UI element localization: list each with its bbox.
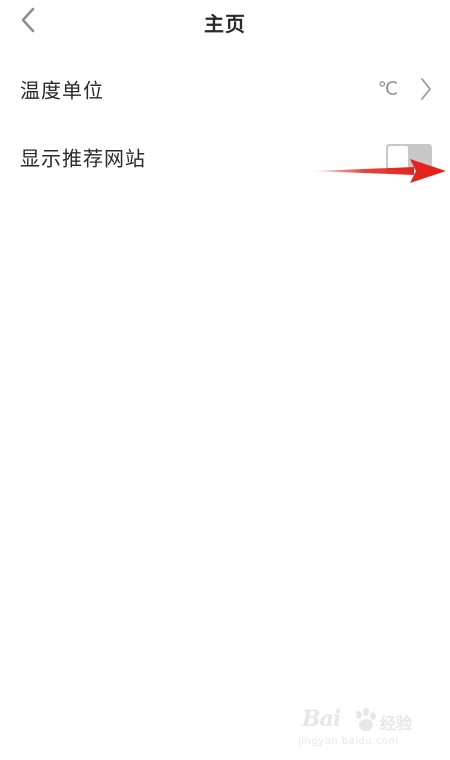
- show-recommended-sites-label: 显示推荐网站: [20, 146, 146, 171]
- watermark-url: jingyan.baidu.com: [298, 736, 399, 747]
- temperature-unit-label: 温度单位: [20, 78, 104, 103]
- setting-row-temperature-unit[interactable]: 温度单位 ℃: [0, 59, 450, 119]
- watermark-suffix: 经验: [380, 714, 413, 733]
- temperature-unit-value: ℃: [377, 78, 398, 100]
- paw-icon: [352, 708, 378, 738]
- setting-row-show-recommended-sites: 显示推荐网站: [0, 127, 450, 187]
- top-navigation-bar: 主页: [0, 0, 450, 44]
- watermark-brand: Bai: [302, 706, 341, 732]
- baidu-jingyan-watermark: Bai 经验 jingyan.baidu.com: [294, 704, 424, 752]
- chevron-right-icon: [418, 76, 434, 102]
- show-recommended-sites-toggle[interactable]: [386, 144, 432, 170]
- toggle-knob: [388, 146, 408, 168]
- page-title: 主页: [204, 12, 246, 36]
